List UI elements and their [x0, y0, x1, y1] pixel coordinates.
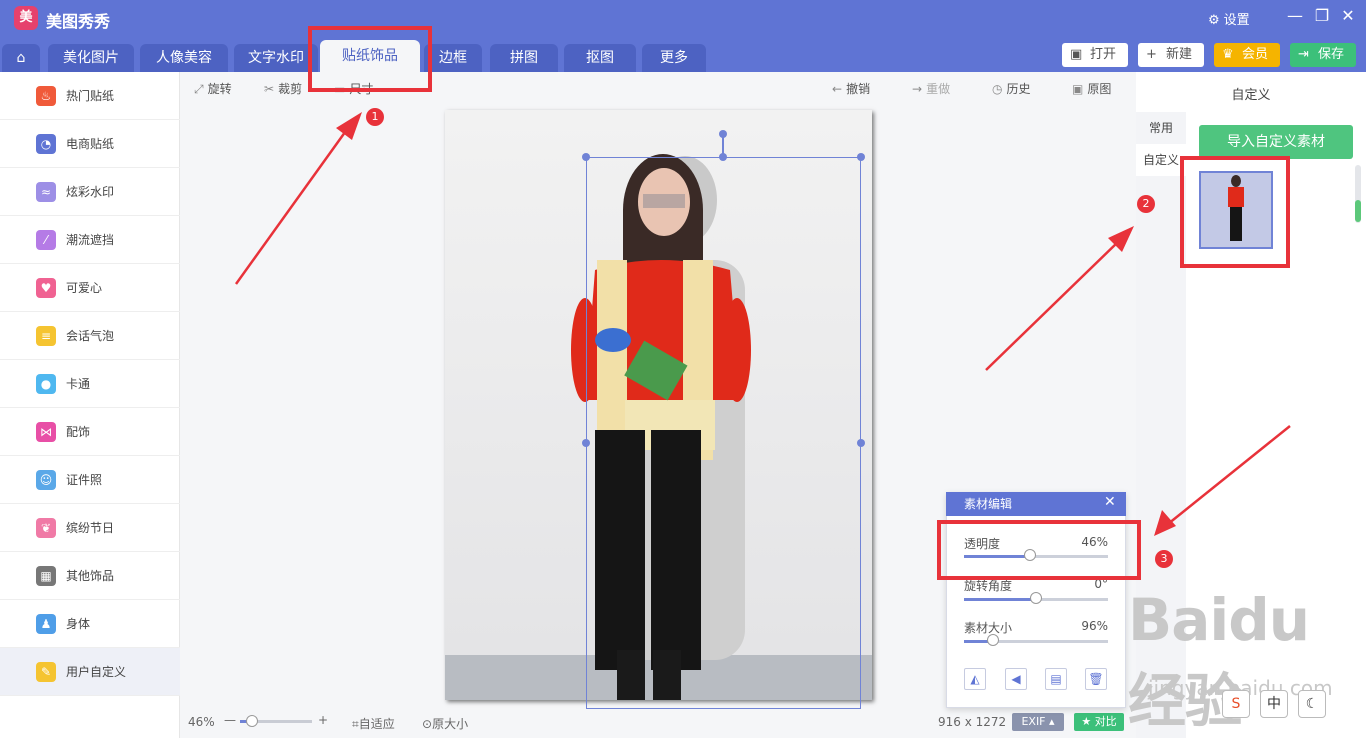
ime-language-toggle[interactable]: 中 [1260, 690, 1288, 718]
step-badge-2: 2 [1137, 195, 1155, 213]
sogou-ime-icon[interactable]: S [1222, 690, 1250, 718]
step-badge-1: 1 [366, 108, 384, 126]
arrow-line-step1 [234, 127, 350, 285]
arrow-head-step1 [336, 112, 362, 140]
step-badge-3: 3 [1155, 550, 1173, 568]
arrow-line-step3 [1167, 425, 1291, 525]
arrow-head-step3 [1154, 510, 1176, 536]
arrow-line-step2 [985, 239, 1121, 371]
app-window: 美 美图秀秀 ⚙ 设置 — ❐ ✕ ⌂ 美化图片 人像美容 文字水印 贴纸饰品 边… [0, 0, 1366, 738]
moon-icon[interactable]: ☾ [1298, 690, 1326, 718]
